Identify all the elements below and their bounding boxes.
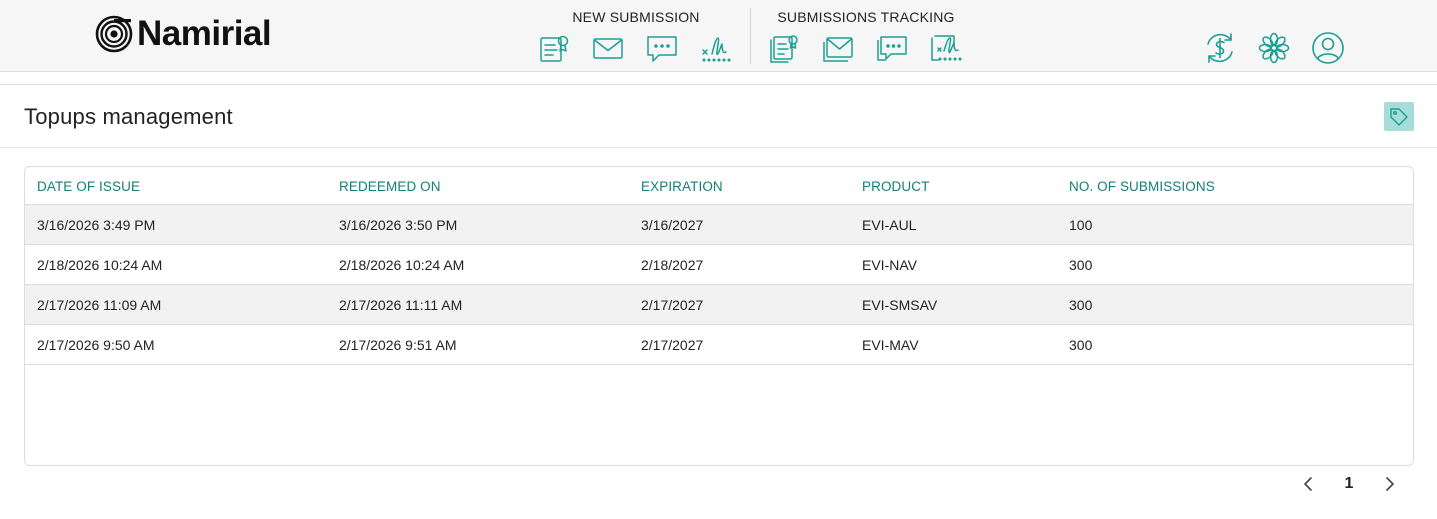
table-row[interactable]: 2/17/2026 11:09 AM 2/17/2026 11:11 AM 2/… — [25, 285, 1413, 325]
chevron-right-icon — [1386, 477, 1394, 491]
page-title: Topups management — [24, 104, 233, 129]
brand-logo[interactable]: Namirial — [95, 14, 272, 53]
cell-no-of-submissions: 100 — [1069, 217, 1093, 233]
mail-stack-icon[interactable] — [822, 32, 854, 64]
cell-no-of-submissions: 300 — [1069, 257, 1093, 273]
document-stack-icon[interactable] — [768, 32, 800, 64]
cell-expiration: 3/16/2027 — [641, 217, 704, 233]
nav-group-title: NEW SUBMISSION — [572, 9, 700, 25]
table-row[interactable]: 2/17/2026 9:50 AM 2/17/2026 9:51 AM 2/17… — [25, 325, 1413, 365]
tag-icon — [1390, 107, 1408, 126]
table-header: DATE OF ISSUE REDEEMED ON EXPIRATION PRO… — [25, 167, 1413, 205]
cell-redeemed-on: 2/17/2026 9:51 AM — [339, 337, 457, 353]
signature-stack-icon[interactable] — [930, 32, 962, 64]
table-row[interactable]: 3/16/2026 3:49 PM 3/16/2026 3:50 PM 3/16… — [25, 205, 1413, 245]
cell-date-of-issue: 3/16/2026 3:49 PM — [37, 217, 156, 233]
chat-icon[interactable] — [646, 32, 678, 64]
column-header-date-of-issue[interactable]: DATE OF ISSUE — [37, 179, 140, 194]
cell-product: EVI-SMSAV — [862, 297, 938, 313]
title-separator — [0, 147, 1437, 148]
column-header-expiration[interactable]: EXPIRATION — [641, 179, 723, 194]
table-row[interactable]: 2/18/2026 10:24 AM 2/18/2026 10:24 AM 2/… — [25, 245, 1413, 285]
column-header-no-of-submissions[interactable]: NO. OF SUBMISSIONS — [1069, 179, 1215, 194]
cell-date-of-issue: 2/18/2026 10:24 AM — [37, 257, 163, 273]
mail-icon[interactable] — [592, 32, 624, 64]
previous-page-button[interactable] — [1296, 470, 1320, 498]
cell-expiration: 2/17/2027 — [641, 337, 704, 353]
brand-name: Namirial — [137, 14, 272, 53]
document-icon[interactable] — [538, 32, 570, 64]
header-underline — [0, 84, 1437, 85]
pagination: 1 — [1296, 470, 1402, 498]
nav-group-new-submission: NEW SUBMISSION — [538, 0, 734, 72]
nav-group-submissions-tracking: SUBMISSIONS TRACKING — [768, 0, 964, 72]
user-icon[interactable] — [1311, 31, 1345, 65]
column-header-redeemed-on[interactable]: REDEEMED ON — [339, 179, 441, 194]
refresh-dollar-icon[interactable] — [1203, 31, 1237, 65]
cell-no-of-submissions: 300 — [1069, 337, 1093, 353]
topups-table: DATE OF ISSUE REDEEMED ON EXPIRATION PRO… — [24, 166, 1414, 466]
chat-stack-icon[interactable] — [876, 32, 908, 64]
cell-date-of-issue: 2/17/2026 11:09 AM — [37, 297, 162, 313]
cell-redeemed-on: 2/18/2026 10:24 AM — [339, 257, 465, 273]
cell-no-of-submissions: 300 — [1069, 297, 1093, 313]
cell-date-of-issue: 2/17/2026 9:50 AM — [37, 337, 155, 353]
cell-product: EVI-NAV — [862, 257, 917, 273]
signature-icon[interactable] — [700, 32, 732, 64]
cell-product: EVI-AUL — [862, 217, 917, 233]
cell-redeemed-on: 2/17/2026 11:11 AM — [339, 297, 463, 313]
next-page-button[interactable] — [1378, 470, 1402, 498]
namirial-logo-icon — [95, 15, 133, 53]
top-bar: Namirial NEW SUBMISSION SUBMISSIONS TRAC… — [0, 0, 1437, 72]
nav-divider — [750, 8, 751, 64]
cell-redeemed-on: 3/16/2026 3:50 PM — [339, 217, 458, 233]
flower-icon[interactable] — [1257, 31, 1291, 65]
header-actions — [1203, 31, 1365, 65]
cell-product: EVI-MAV — [862, 337, 919, 353]
page-number-current[interactable]: 1 — [1320, 475, 1378, 493]
chevron-left-icon — [1304, 477, 1312, 491]
cell-expiration: 2/18/2027 — [641, 257, 704, 273]
nav-group-title: SUBMISSIONS TRACKING — [777, 9, 955, 25]
cell-expiration: 2/17/2027 — [641, 297, 704, 313]
tag-button[interactable] — [1384, 102, 1414, 131]
column-header-product[interactable]: PRODUCT — [862, 179, 929, 194]
